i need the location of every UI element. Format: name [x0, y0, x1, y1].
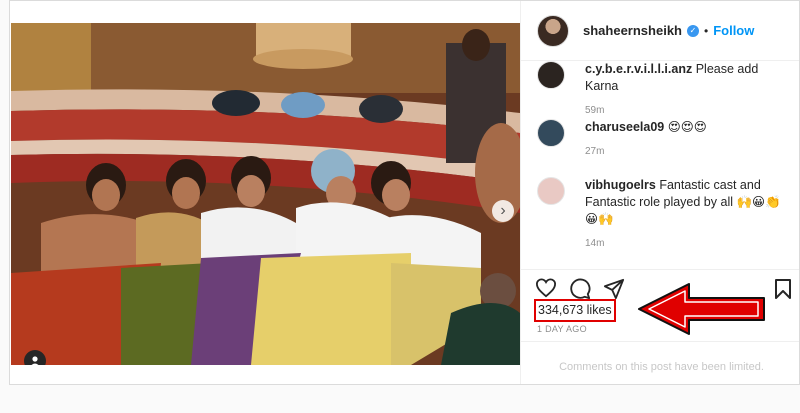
comment-username[interactable]: charuseela09 — [585, 120, 664, 134]
post-photo[interactable]: › — [11, 23, 520, 365]
chevron-right-icon: › — [500, 202, 506, 219]
header-separator: • — [704, 23, 709, 38]
post-username[interactable]: shaheernsheikh — [583, 23, 682, 38]
comment-username[interactable]: c.y.b.e.r.v.i.l.l.i.anz — [585, 62, 692, 76]
bookmark-icon[interactable] — [774, 278, 792, 300]
comment-time: 14m — [585, 238, 605, 249]
post-time[interactable]: 1 DAY AGO — [537, 324, 587, 334]
comment-item: vibhugoelrs Fantastic cast and Fantastic… — [537, 177, 787, 249]
tagged-users-button[interactable] — [24, 350, 46, 365]
comments-limited-notice: Comments on this post have been limited. — [559, 361, 764, 373]
comment-avatar[interactable] — [537, 61, 565, 89]
comment-body: vibhugoelrs Fantastic cast and Fantastic… — [585, 177, 787, 228]
verified-badge-icon: ✓ — [687, 24, 699, 37]
share-icon[interactable] — [603, 278, 625, 300]
comment-item: c.y.b.e.r.v.i.l.l.i.anz Please add Karna… — [537, 61, 787, 116]
post-header: shaheernsheikh ✓ • Follow — [521, 1, 799, 61]
comment-item: charuseela09 😍😍😍 27m — [537, 119, 787, 157]
comment-limit-bar: Comments on this post have been limited. — [521, 341, 799, 384]
comment-avatar[interactable] — [537, 119, 565, 147]
user-icon — [31, 356, 39, 365]
comment-avatar[interactable] — [537, 177, 565, 205]
profile-avatar[interactable] — [537, 14, 569, 47]
photo-illustration — [11, 23, 520, 365]
comment-text: 😍😍😍 — [667, 120, 707, 134]
comment-time: 59m — [585, 105, 605, 116]
next-photo-button[interactable]: › — [492, 200, 514, 222]
comment-username[interactable]: vibhugoelrs — [585, 178, 656, 192]
comment-time: 27m — [585, 146, 605, 157]
comments-list: c.y.b.e.r.v.i.l.l.i.anz Please add Karna… — [521, 57, 799, 269]
comment-icon[interactable] — [569, 278, 591, 300]
comment-body: charuseela09 😍😍😍 — [585, 119, 787, 136]
likes-count[interactable]: 334,673 likes — [534, 299, 616, 322]
follow-button[interactable]: Follow — [713, 23, 754, 38]
annotation-arrow-icon — [638, 283, 765, 335]
comment-body: c.y.b.e.r.v.i.l.l.i.anz Please add Karna — [585, 61, 787, 95]
heart-icon[interactable] — [535, 278, 557, 298]
